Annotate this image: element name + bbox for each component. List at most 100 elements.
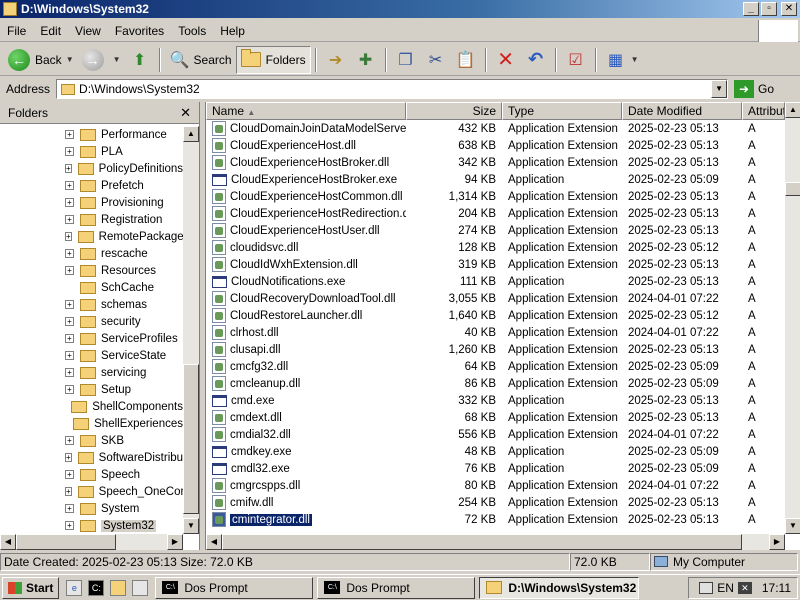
scroll-down-button[interactable]: ▼ <box>785 518 800 534</box>
expand-icon[interactable]: + <box>65 317 74 326</box>
scroll-up-button[interactable]: ▲ <box>785 102 800 118</box>
file-row[interactable]: CloudExperienceHostBroker.dll 342 KB Appli… <box>206 154 785 171</box>
expand-icon[interactable]: + <box>65 198 74 207</box>
menu-edit[interactable]: Edit <box>33 24 68 38</box>
file-row[interactable]: cmcfg32.dll 64 KB Application Extension 202… <box>206 358 785 375</box>
file-row[interactable]: CloudRestoreLauncher.dll 1,640 KB Applicat… <box>206 307 785 324</box>
address-value[interactable]: D:\Windows\System32 <box>79 82 711 96</box>
expand-icon[interactable]: + <box>65 368 74 377</box>
file-row[interactable]: CloudRecoveryDownloadTool.dll 3,055 KB App… <box>206 290 785 307</box>
folder-icon[interactable] <box>110 579 127 596</box>
column-attributes[interactable]: Attributes <box>742 102 785 120</box>
go-button[interactable]: ➜ Go <box>734 80 774 98</box>
expand-icon[interactable]: + <box>65 266 74 275</box>
scroll-thumb[interactable] <box>16 534 116 550</box>
file-row[interactable]: cmcleanup.dll 86 KB Application Extension 2… <box>206 375 785 392</box>
address-dropdown-button[interactable]: ▼ <box>711 80 728 98</box>
file-list-hscrollbar[interactable]: ◀ ▶ <box>206 534 785 550</box>
close-button[interactable]: ✕ <box>781 2 797 16</box>
views-button[interactable]: ▦ ▼ <box>601 46 643 74</box>
copy-button[interactable]: ❐ <box>391 46 421 74</box>
language-indicator[interactable]: EN <box>717 581 734 595</box>
tree-item[interactable]: + Prefetch <box>0 177 183 194</box>
file-row[interactable]: CloudExperienceHostUser.dll 274 KB Applica… <box>206 222 785 239</box>
file-row[interactable]: CloudIdWxhExtension.dll 319 KB Application… <box>206 256 785 273</box>
tree-item[interactable]: + Provisioning <box>0 194 183 211</box>
clock[interactable]: 17:11 <box>762 581 791 595</box>
forward-button[interactable]: → ▼ <box>78 46 125 74</box>
expand-icon[interactable]: + <box>65 249 74 258</box>
tree-item[interactable]: + SoftwareDistribution <box>0 449 183 466</box>
tree-item[interactable]: + ServiceProfiles <box>0 330 183 347</box>
expand-icon[interactable]: + <box>65 181 74 190</box>
expand-icon[interactable]: + <box>65 436 74 445</box>
menu-tools[interactable]: Tools <box>171 24 213 38</box>
start-button[interactable]: Start <box>2 576 60 599</box>
file-row[interactable]: CloudExperienceHostBroker.exe 94 KB Applic… <box>206 171 785 188</box>
chevron-down-icon[interactable]: ▼ <box>631 55 639 64</box>
minimize-button[interactable]: _ <box>743 2 759 16</box>
delete-button[interactable]: ✕ <box>491 46 521 74</box>
menu-file[interactable]: File <box>0 24 33 38</box>
file-row[interactable]: CloudExperienceHostCommon.dll 1,314 KB App… <box>206 188 785 205</box>
expand-icon[interactable]: + <box>65 215 74 224</box>
browser-icon[interactable]: e <box>66 579 83 596</box>
expand-icon[interactable]: + <box>65 351 74 360</box>
file-row[interactable]: CloudDomainJoinDataModelServer... 432 KB A… <box>206 120 785 137</box>
cut-button[interactable]: ✂ <box>421 46 451 74</box>
tree-item[interactable]: + System <box>0 500 183 517</box>
expand-icon[interactable]: + <box>65 164 72 173</box>
file-row[interactable]: cloudidsvc.dll 128 KB Application Extensio… <box>206 239 785 256</box>
task-button-explorer[interactable]: D:\Windows\System32 <box>479 576 640 599</box>
expand-icon[interactable]: + <box>65 453 72 462</box>
keyboard-icon[interactable] <box>699 581 714 594</box>
tree-item[interactable]: + schemas <box>0 296 183 313</box>
scroll-thumb[interactable] <box>222 534 742 550</box>
search-button[interactable]: 🔍 Search <box>165 46 236 74</box>
column-name[interactable]: Name ▲ <box>206 102 406 120</box>
file-row[interactable]: cmintegrator.dll 72 KB Application Extensi… <box>206 511 785 528</box>
menu-help[interactable]: Help <box>213 24 252 38</box>
scroll-thumb[interactable] <box>183 364 199 514</box>
tree-item[interactable]: + Performance <box>0 126 183 143</box>
file-row[interactable]: clrhost.dll 40 KB Application Extension 202… <box>206 324 785 341</box>
properties-button[interactable]: ☑ <box>561 46 591 74</box>
file-list-scrollbar[interactable]: ▲ ▼ <box>785 102 800 534</box>
folder-tree-scrollbar[interactable]: ▲ ▼ <box>183 126 199 534</box>
address-input[interactable]: D:\Windows\System32 ▼ <box>56 79 729 99</box>
close-icon[interactable]: ✕ <box>180 105 191 121</box>
tree-item[interactable]: + System32 <box>0 517 183 534</box>
move-to-button[interactable]: ➔ <box>321 46 351 74</box>
file-row[interactable]: CloudExperienceHostRedirection.dll 204 KB… <box>206 205 785 222</box>
expand-icon[interactable]: + <box>65 147 74 156</box>
tree-item[interactable]: + Setup <box>0 381 183 398</box>
expand-icon[interactable]: + <box>65 521 74 530</box>
expand-icon[interactable]: + <box>65 385 74 394</box>
tree-item[interactable]: + PolicyDefinitions <box>0 160 183 177</box>
folder-tree-hscrollbar[interactable]: ◀ ▶ <box>0 534 183 550</box>
expand-icon[interactable]: + <box>65 504 74 513</box>
network-disconnected-icon[interactable]: ✕ <box>737 581 752 594</box>
file-row[interactable]: cmifw.dll 254 KB Application Extension 2025… <box>206 494 785 511</box>
scroll-thumb[interactable] <box>785 182 800 196</box>
tree-item[interactable]: + servicing <box>0 364 183 381</box>
expand-icon[interactable]: + <box>65 487 72 496</box>
scroll-left-button[interactable]: ◀ <box>0 534 16 550</box>
maximize-button[interactable]: ▫ <box>761 2 777 16</box>
scroll-right-button[interactable]: ▶ <box>769 534 785 550</box>
menu-view[interactable]: View <box>68 24 108 38</box>
expand-icon[interactable]: + <box>65 470 74 479</box>
back-button[interactable]: ← Back ▼ <box>4 46 78 74</box>
tree-item[interactable]: + security <box>0 313 183 330</box>
tree-item[interactable]: + Speech <box>0 466 183 483</box>
tree-item[interactable]: + SKB <box>0 432 183 449</box>
file-row[interactable]: cmdl32.exe 76 KB Application 2025-02-23 05:… <box>206 460 785 477</box>
tree-item[interactable]: + Registration <box>0 211 183 228</box>
file-row[interactable]: CloudExperienceHost.dll 638 KB Application… <box>206 137 785 154</box>
tree-item[interactable]: + Speech_OneCore <box>0 483 183 500</box>
task-button-dos-prompt-2[interactable]: C:\ Dos Prompt <box>317 576 476 599</box>
undo-button[interactable]: ↶ <box>521 46 551 74</box>
tree-item[interactable]: + ServiceState <box>0 347 183 364</box>
chevron-down-icon[interactable]: ▼ <box>66 55 74 64</box>
column-type[interactable]: Type <box>502 102 622 120</box>
